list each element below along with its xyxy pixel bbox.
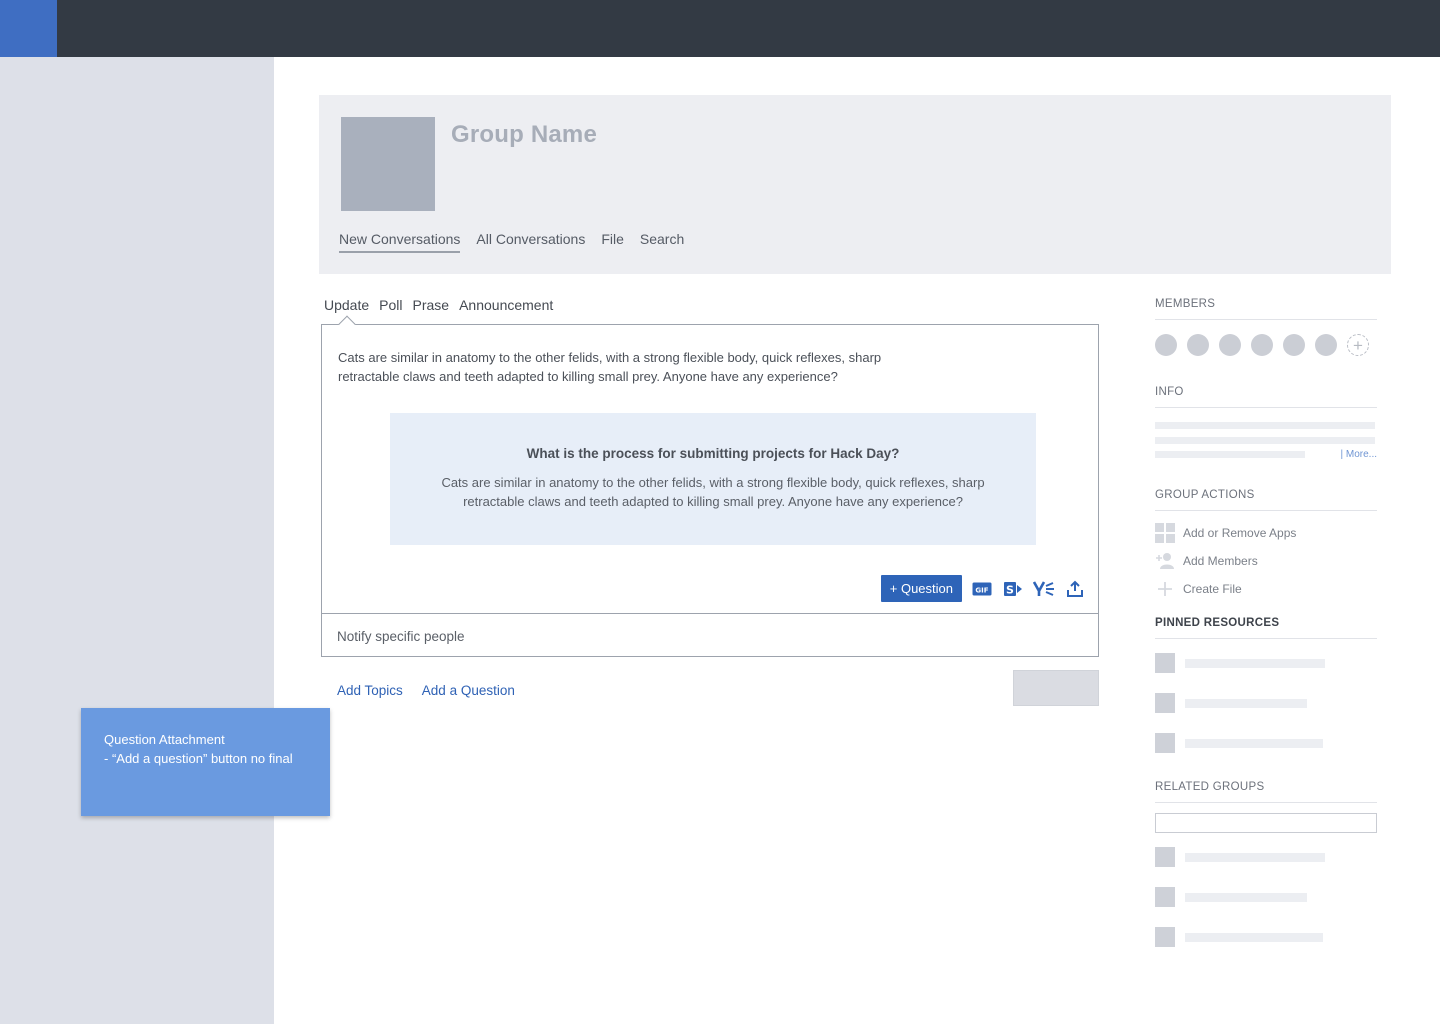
- members-heading: MEMBERS: [1155, 298, 1377, 320]
- info-line: [1155, 451, 1305, 458]
- message-composer[interactable]: Cats are similar in anatomy to the other…: [321, 315, 1099, 657]
- add-question-button[interactable]: + Question: [880, 575, 962, 602]
- group-actions-list: Add or Remove Apps Add Members Create Fi…: [1155, 519, 1377, 603]
- group-avatar: [341, 117, 435, 211]
- related-groups-search-input[interactable]: [1155, 813, 1377, 833]
- info-line: [1155, 437, 1375, 444]
- question-body-line: Cats are similar in anatomy to the other…: [441, 475, 985, 490]
- info-placeholder: | More...: [1155, 422, 1377, 460]
- group-actions-heading: GROUP ACTIONS: [1155, 489, 1377, 511]
- annotation-detail: - “Add a question” button no final: [104, 751, 293, 766]
- more-link[interactable]: | More...: [1341, 449, 1378, 460]
- add-question-link[interactable]: Add a Question: [422, 683, 515, 698]
- related-group-item[interactable]: [1155, 917, 1377, 957]
- action-label: Add or Remove Apps: [1183, 526, 1297, 540]
- tab-search[interactable]: Search: [640, 231, 684, 253]
- composer-text-line: retractable claws and teeth adapted to k…: [338, 369, 838, 384]
- tab-praise[interactable]: Prase: [413, 297, 450, 313]
- member-avatar[interactable]: [1315, 334, 1337, 356]
- add-remove-apps-action[interactable]: Add or Remove Apps: [1155, 519, 1377, 547]
- info-heading: INFO: [1155, 386, 1377, 408]
- question-body-line: retractable claws and teeth adapted to k…: [463, 494, 963, 509]
- tab-file[interactable]: File: [601, 231, 624, 253]
- group-title-placeholder: [1185, 932, 1323, 942]
- group-title-placeholder: [1185, 852, 1325, 862]
- add-member-icon: [1155, 551, 1175, 571]
- member-avatar[interactable]: [1155, 334, 1177, 356]
- member-avatar[interactable]: [1187, 334, 1209, 356]
- yammer-icon[interactable]: [1033, 578, 1055, 600]
- pinned-resources-heading: PINNED RESOURCES: [1155, 617, 1377, 639]
- tab-pointer: [338, 315, 356, 333]
- related-group-item[interactable]: [1155, 837, 1377, 877]
- right-sidebar: MEMBERS + INFO | More... GROUP ACTIONS A…: [1155, 298, 1377, 957]
- member-avatar[interactable]: [1283, 334, 1305, 356]
- pinned-resource-item[interactable]: [1155, 643, 1377, 683]
- resource-thumbnail: [1155, 693, 1175, 713]
- tab-new-conversations[interactable]: New Conversations: [339, 231, 461, 253]
- tab-announcement[interactable]: Announcement: [459, 297, 553, 313]
- sharepoint-icon[interactable]: S: [1002, 578, 1024, 600]
- action-label: Create File: [1183, 582, 1242, 596]
- add-topics-link[interactable]: Add Topics: [337, 683, 403, 698]
- group-name: Group Name: [451, 121, 598, 148]
- group-tabs: New Conversations All Conversations File…: [339, 231, 684, 253]
- plus-icon: [1155, 579, 1175, 599]
- related-groups-heading: RELATED GROUPS: [1155, 781, 1377, 803]
- resource-title-placeholder: [1185, 698, 1307, 708]
- tab-update[interactable]: Update: [324, 297, 369, 313]
- annotation-title: Question Attachment: [104, 732, 225, 747]
- group-thumbnail: [1155, 887, 1175, 907]
- pinned-resource-item[interactable]: [1155, 683, 1377, 723]
- action-label: Add Members: [1183, 554, 1258, 568]
- question-body: Cats are similar in anatomy to the other…: [423, 473, 1003, 511]
- related-group-item[interactable]: [1155, 877, 1377, 917]
- create-file-action[interactable]: Create File: [1155, 575, 1377, 603]
- app-launcher-tile[interactable]: [0, 0, 57, 57]
- members-list: +: [1155, 334, 1377, 356]
- resource-thumbnail: [1155, 733, 1175, 753]
- pinned-resource-item[interactable]: [1155, 723, 1377, 763]
- apps-grid-icon: [1155, 523, 1175, 543]
- notify-people-field[interactable]: Notify specific people: [322, 613, 1098, 657]
- group-header: Group Name New Conversations All Convers…: [319, 95, 1391, 274]
- notify-placeholder: Notify specific people: [337, 629, 465, 644]
- tab-all-conversations[interactable]: All Conversations: [476, 231, 585, 253]
- group-thumbnail: [1155, 927, 1175, 947]
- resource-thumbnail: [1155, 653, 1175, 673]
- svg-text:S: S: [1006, 583, 1014, 596]
- question-attachment-card[interactable]: What is the process for submitting proje…: [390, 413, 1036, 545]
- resource-title-placeholder: [1185, 658, 1325, 668]
- tab-poll[interactable]: Poll: [379, 297, 402, 313]
- group-thumbnail: [1155, 847, 1175, 867]
- group-title-placeholder: [1185, 892, 1307, 902]
- composer-text-line: Cats are similar in anatomy to the other…: [338, 350, 882, 365]
- composer-text[interactable]: Cats are similar in anatomy to the other…: [338, 348, 918, 386]
- composer-toolbar: + Question GIF S: [880, 575, 1086, 602]
- add-member-plus-icon[interactable]: +: [1347, 334, 1369, 356]
- gif-icon[interactable]: GIF: [971, 578, 993, 600]
- left-navigation-rail: [0, 57, 274, 1024]
- member-avatar[interactable]: [1219, 334, 1241, 356]
- pinned-resources-list: [1155, 643, 1377, 763]
- post-button[interactable]: [1013, 670, 1099, 706]
- add-members-action[interactable]: Add Members: [1155, 547, 1377, 575]
- publisher-tabs: Update Poll Prase Announcement: [324, 297, 553, 313]
- upload-icon[interactable]: [1064, 578, 1086, 600]
- svg-text:GIF: GIF: [975, 586, 988, 594]
- annotation-note: Question Attachment - “Add a question” b…: [81, 708, 330, 816]
- resource-title-placeholder: [1185, 738, 1323, 748]
- question-title: What is the process for submitting proje…: [526, 446, 900, 461]
- member-avatar[interactable]: [1251, 334, 1273, 356]
- info-line: [1155, 422, 1375, 429]
- composer-links: Add Topics Add a Question: [337, 683, 515, 698]
- top-navigation-bar: [0, 0, 1440, 57]
- related-groups-list: [1155, 837, 1377, 957]
